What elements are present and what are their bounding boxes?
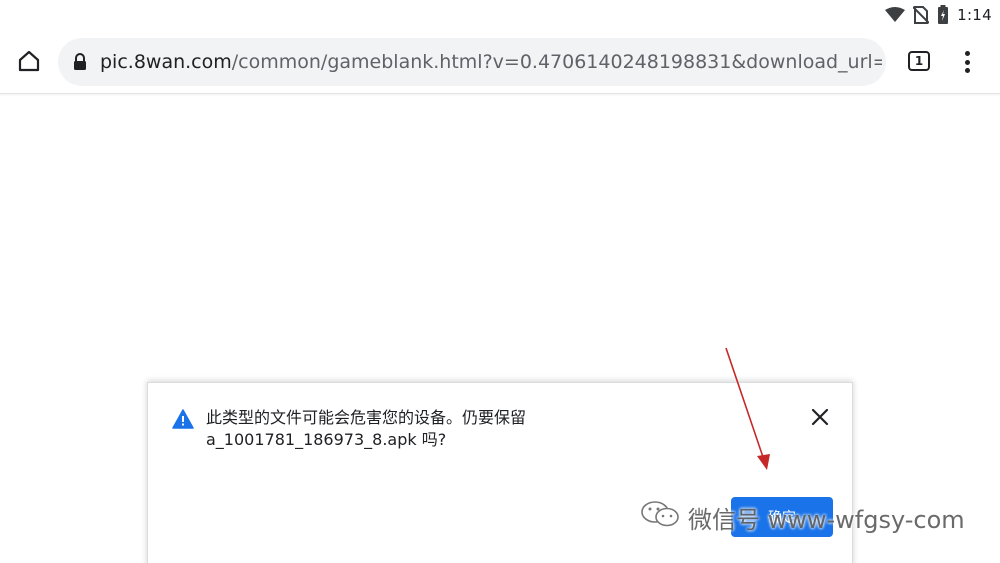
home-button[interactable] <box>14 48 44 78</box>
url-path: /common/gameblank.html?v=0.4706140248198… <box>231 51 882 73</box>
tab-switcher-icon: 1 <box>914 54 924 68</box>
more-vert-icon <box>964 51 970 56</box>
tab-switcher-button[interactable]: 1 <box>908 51 930 71</box>
annotation-arrow-icon <box>725 347 770 470</box>
watermark: 微信号 www-wfgsy-com <box>640 499 965 535</box>
wifi-icon <box>885 7 906 23</box>
address-bar[interactable]: pic.8wan.com/common/gameblank.html?v=0.4… <box>58 38 886 86</box>
home-icon <box>17 49 41 77</box>
wechat-icon <box>640 499 682 535</box>
browser-toolbar: pic.8wan.com/common/gameblank.html?v=0.4… <box>0 30 1000 94</box>
status-icons: 1:14 <box>885 4 992 26</box>
url-text[interactable]: pic.8wan.com/common/gameblank.html?v=0.4… <box>100 51 882 73</box>
watermark-text: 微信号 www-wfgsy-com <box>688 505 965 534</box>
close-button[interactable] <box>808 407 832 431</box>
lock-icon[interactable] <box>72 53 88 75</box>
warning-triangle-icon <box>172 409 194 433</box>
no-sim-icon <box>913 6 930 24</box>
status-bar: 1:14 <box>0 0 1000 30</box>
close-icon <box>811 408 829 430</box>
status-time: 1:14 <box>957 6 992 24</box>
battery-icon <box>937 5 949 25</box>
url-host: pic.8wan.com <box>100 51 232 73</box>
more-menu-button[interactable] <box>955 48 979 76</box>
